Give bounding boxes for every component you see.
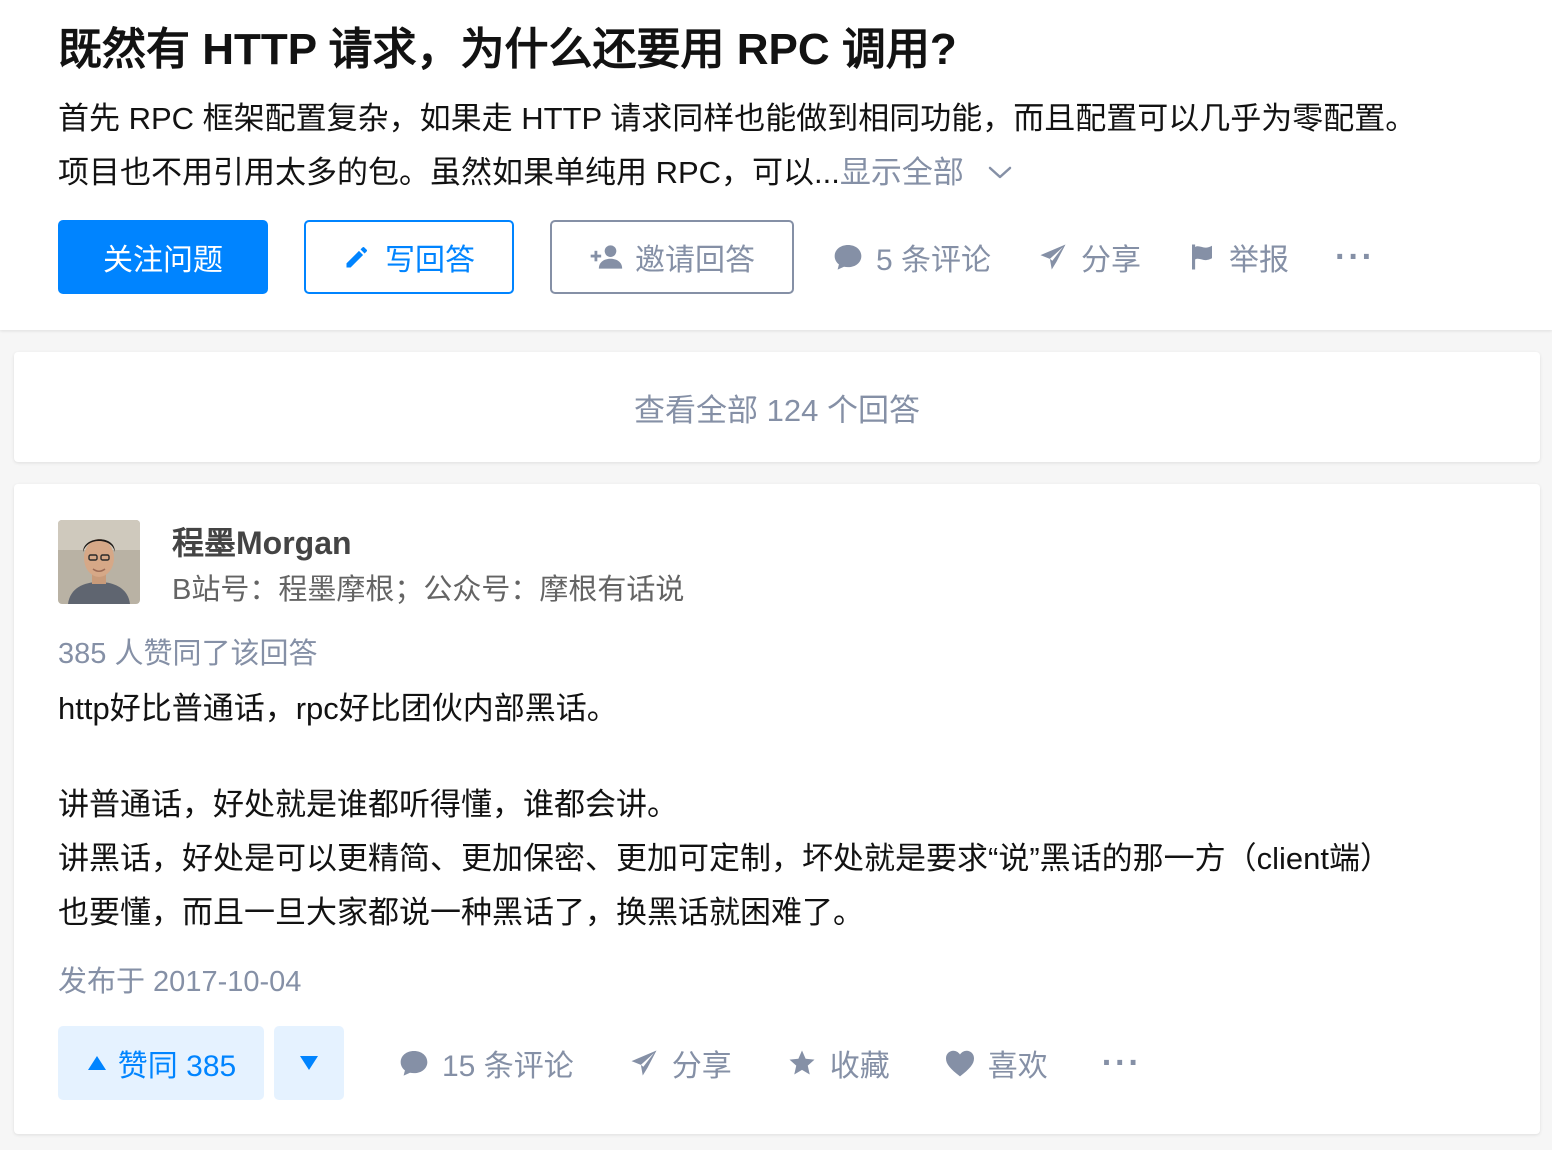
avatar[interactable] — [58, 520, 140, 604]
question-more-button[interactable]: ··· — [1335, 238, 1375, 277]
collect-label: 收藏 — [829, 1050, 890, 1083]
publish-date[interactable]: 发布于 2017-10-04 — [58, 958, 301, 1000]
upvote-label: 赞同 385 — [117, 1050, 237, 1083]
triangle-down-icon — [300, 1056, 318, 1070]
write-answer-label: 写回答 — [385, 244, 475, 277]
like-label: 喜欢 — [987, 1050, 1048, 1083]
answer-card: 程墨Morgan B站号：程墨摩根；公众号：摩根有话说 385 人赞同了该回答 … — [14, 484, 1540, 1134]
question-comments-button[interactable]: 5 条评论 — [832, 235, 991, 279]
heart-icon — [945, 1050, 974, 1077]
answer-paragraph: 也要懂，而且一旦大家都说一种黑话了，换黑话就困难了。 — [58, 895, 864, 930]
question-detail-line-1: 首先 RPC 框架配置复杂，如果走 HTTP 请求同样也能做到相同功能，而且配置… — [58, 101, 1417, 136]
report-label: 举报 — [1229, 244, 1290, 277]
answer-paragraph: 讲普通话，好处就是谁都听得懂，谁都会讲。 — [58, 787, 678, 822]
comment-icon — [400, 1051, 428, 1076]
paper-plane-icon — [1040, 244, 1066, 270]
vote-summary[interactable]: 385 人赞同了该回答 — [58, 630, 317, 672]
answer-paragraph: http好比普通话，rpc好比团伙内部黑话。 — [58, 691, 618, 726]
answer-share-label: 分享 — [671, 1050, 732, 1083]
write-answer-button[interactable]: 写回答 — [304, 220, 514, 294]
follow-question-button[interactable]: 关注问题 — [58, 220, 268, 294]
invite-answer-button[interactable]: 邀请回答 — [550, 220, 794, 294]
question-share-label: 分享 — [1081, 244, 1142, 277]
report-button[interactable]: 举报 — [1187, 235, 1289, 279]
answer-comments-label: 15 条评论 — [442, 1050, 574, 1083]
question-share-button[interactable]: 分享 — [1037, 235, 1141, 279]
invite-answer-label: 邀请回答 — [635, 244, 755, 277]
question-detail: 首先 RPC 框架配置复杂，如果走 HTTP 请求同样也能做到相同功能，而且配置… — [58, 92, 1498, 200]
view-all-answers-button[interactable]: 查看全部 124 个回答 — [14, 352, 1540, 462]
answer-more-button[interactable]: ··· — [1102, 1044, 1142, 1083]
like-button[interactable]: 喜欢 — [944, 1041, 1048, 1085]
upvote-button[interactable]: 赞同 385 — [58, 1026, 264, 1100]
question-actions: 关注问题 写回答 邀请回答 5 条评论 分享 举报 ··· — [58, 220, 1375, 294]
author-headline: B站号：程墨摩根；公众号：摩根有话说 — [172, 574, 685, 606]
triangle-up-icon — [87, 1056, 106, 1070]
downvote-button[interactable] — [274, 1026, 344, 1100]
question-title[interactable]: 既然有 HTTP 请求，为什么还要用 RPC 调用? — [58, 20, 1494, 80]
comment-icon — [834, 245, 862, 270]
question-header: 既然有 HTTP 请求，为什么还要用 RPC 调用? 首先 RPC 框架配置复杂… — [0, 0, 1552, 330]
answer-paragraph: 讲黑话，好处是可以更精简、更加保密、更加可定制，坏处就是要求“说”黑话的那一方（… — [58, 841, 1392, 876]
answer-content: http好比普通话，rpc好比团伙内部黑话。 讲普通话，好处就是谁都听得懂，谁都… — [58, 682, 1498, 940]
author-name[interactable]: 程墨Morgan — [172, 518, 352, 564]
answer-share-button[interactable]: 分享 — [628, 1041, 732, 1085]
chevron-down-icon — [988, 166, 1012, 179]
question-detail-line-2-wrap: 项目也不用引用太多的包。虽然如果单纯用 RPC，可以... 显示全部 — [58, 146, 1498, 200]
add-person-icon — [590, 245, 623, 269]
flag-icon — [1192, 244, 1213, 270]
answer-actions: 赞同 385 15 条评论 分享 收藏 喜欢 ··· — [58, 1026, 1142, 1100]
show-all-button[interactable]: 显示全部 — [840, 146, 1012, 200]
star-icon — [789, 1050, 815, 1075]
show-all-label: 显示全部 — [839, 155, 964, 190]
pencil-icon — [346, 246, 368, 268]
answer-comments-button[interactable]: 15 条评论 — [398, 1041, 574, 1085]
question-detail-line-2: 项目也不用引用太多的包。虽然如果单纯用 RPC，可以... — [58, 155, 840, 190]
collect-button[interactable]: 收藏 — [786, 1041, 890, 1085]
paper-plane-icon — [631, 1050, 657, 1076]
question-comments-label: 5 条评论 — [876, 244, 992, 277]
